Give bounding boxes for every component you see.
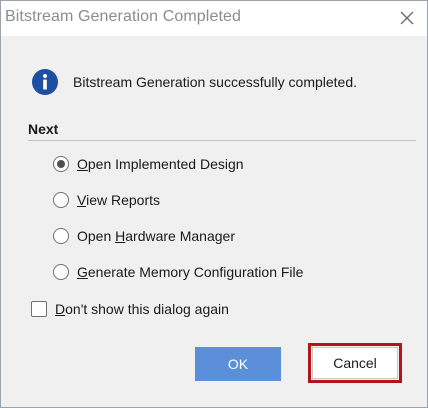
option-label: Open Hardware Manager	[77, 228, 235, 244]
close-icon	[400, 11, 414, 25]
option-generate-memory-configuration-file[interactable]: Generate Memory Configuration File	[53, 264, 303, 280]
dont-show-again-checkbox[interactable]	[31, 301, 47, 317]
option-open-implemented-design[interactable]: Open Implemented Design	[53, 156, 244, 172]
radio-open-implemented-design[interactable]	[53, 156, 69, 172]
next-section-label: Next	[28, 121, 59, 137]
close-button[interactable]	[393, 5, 421, 31]
message-text: Bitstream Generation successfully comple…	[73, 74, 358, 90]
window-title: Bitstream Generation Completed	[5, 8, 241, 25]
title-bar: Bitstream Generation Completed	[1, 1, 427, 35]
dont-show-again-row[interactable]: Don't show this dialog again	[31, 301, 229, 317]
ok-button[interactable]: OK	[195, 347, 281, 381]
radio-open-hardware-manager[interactable]	[53, 228, 69, 244]
message-row: Bitstream Generation successfully comple…	[31, 68, 357, 96]
cancel-button[interactable]: Cancel	[312, 347, 398, 379]
option-open-hardware-manager[interactable]: Open Hardware Manager	[53, 228, 235, 244]
radio-view-reports[interactable]	[53, 192, 69, 208]
option-label: Generate Memory Configuration File	[77, 264, 304, 280]
option-label: Open Implemented Design	[77, 156, 244, 172]
option-label: View Reports	[77, 192, 161, 208]
dont-show-again-label: Don't show this dialog again	[55, 301, 229, 317]
radio-generate-memory-configuration-file[interactable]	[53, 264, 69, 280]
section-divider	[28, 140, 416, 141]
option-view-reports[interactable]: View Reports	[53, 192, 160, 208]
radio-selected-dot	[57, 160, 65, 168]
info-icon	[32, 69, 58, 95]
